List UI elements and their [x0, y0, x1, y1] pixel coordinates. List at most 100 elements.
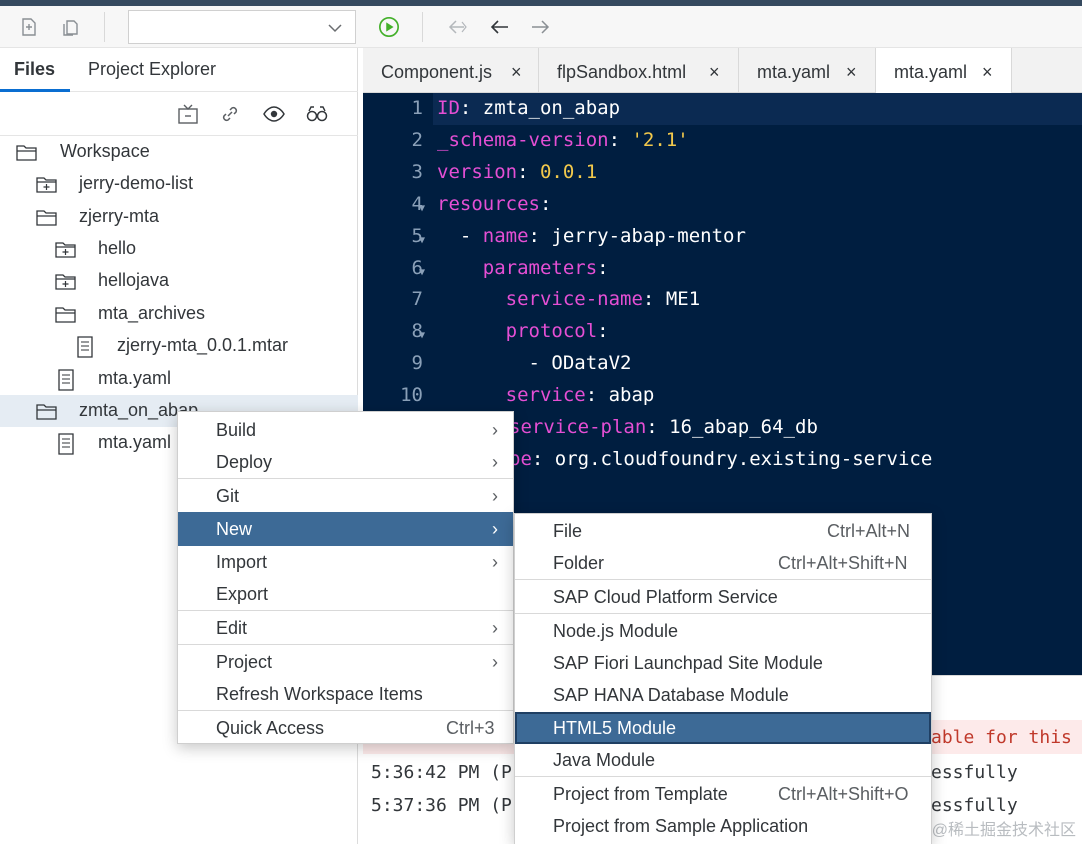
menu-item-shortcut: Ctrl+Alt+N — [827, 521, 911, 541]
yaml-sep: : — [517, 161, 540, 183]
folder-open-icon — [36, 401, 58, 421]
tree-item-zjerry-mta[interactable]: zjerry-mta — [0, 201, 358, 233]
yaml-sep: : — [642, 288, 666, 310]
show-hidden-files-icon[interactable] — [262, 103, 286, 125]
code-line-3: version: 0.0.1 — [437, 161, 597, 183]
folder-open-icon — [55, 304, 77, 324]
tree-item-mta-yaml[interactable]: mta.yaml — [0, 363, 358, 395]
navigate-back-icon[interactable] — [488, 16, 510, 38]
menu-item-label: HTML5 Module — [553, 718, 677, 738]
yaml-key: resources — [437, 193, 540, 215]
line-number: 5 — [411, 225, 423, 247]
menu-item-label: Folder — [553, 553, 605, 573]
menu-item-label: Quick Access — [216, 718, 325, 738]
menu-item-quick-access[interactable]: Quick Access Ctrl+3 — [178, 712, 513, 744]
tab-flpsandbox-html[interactable]: flpSandbox.html × — [539, 48, 739, 93]
tree-item-label: mta_archives — [98, 303, 206, 323]
console-line-time: 5:37:36 PM (Pr — [371, 795, 523, 816]
run-configuration-select[interactable] — [128, 10, 356, 44]
submenu-item-project-from-template[interactable]: Project from Template Ctrl+Alt+Shift+O — [515, 778, 931, 810]
tab-project-explorer[interactable]: Project Explorer — [88, 59, 216, 80]
yaml-sep: : — [585, 384, 609, 406]
tree-item-workspace[interactable]: Workspace — [0, 136, 358, 168]
line-number: 1 — [411, 97, 423, 119]
close-icon[interactable]: × — [846, 62, 857, 83]
menu-item-label: Deploy — [216, 452, 273, 472]
tab-label: flpSandbox.html — [557, 62, 687, 82]
tree-item-mta-archives[interactable]: mta_archives — [0, 298, 358, 330]
submenu-item-hana-db-module[interactable]: SAP HANA Database Module — [515, 679, 931, 711]
tab-files[interactable]: Files — [14, 59, 55, 80]
navigate-forward-icon[interactable] — [530, 16, 552, 38]
menu-item-shortcut: Ctrl+3 — [446, 718, 495, 738]
line-number: 9 — [411, 352, 423, 374]
menu-item-new[interactable]: New › — [178, 512, 513, 546]
tree-item-label: hellojava — [98, 270, 170, 290]
code-line-10: service: abap — [437, 384, 655, 406]
submenu-item-folder[interactable]: Folder Ctrl+Alt+Shift+N — [515, 547, 931, 579]
submenu-item-nodejs-module[interactable]: Node.js Module — [515, 615, 931, 647]
close-icon[interactable]: × — [511, 62, 522, 83]
menu-item-git[interactable]: Git › — [178, 480, 513, 512]
fold-arrow-icon[interactable]: ▼ — [419, 235, 425, 246]
tree-item-label: jerry-demo-list — [79, 173, 194, 193]
tab-mta-yaml[interactable]: mta.yaml × — [739, 48, 876, 93]
yaml-value: - ODataV2 — [528, 352, 632, 374]
close-icon[interactable]: × — [709, 62, 720, 83]
close-icon[interactable]: × — [982, 62, 993, 83]
navigate-back-disabled-icon[interactable] — [446, 16, 468, 38]
menu-item-import[interactable]: Import › — [178, 546, 513, 578]
menu-item-export[interactable]: Export — [178, 578, 513, 610]
new-file-icon[interactable] — [18, 16, 40, 38]
fold-arrow-icon[interactable]: ▼ — [419, 203, 425, 214]
submenu-item-java-module[interactable]: Java Module — [515, 744, 931, 776]
menu-item-project[interactable]: Project › — [178, 646, 513, 678]
tree-item-jerry-demo-list[interactable]: jerry-demo-list — [0, 168, 358, 200]
console-line-time: 5:36:42 PM (Pr — [371, 762, 523, 783]
collapse-all-icon[interactable] — [176, 103, 200, 125]
yaml-value: ME1 — [665, 288, 701, 310]
yaml-value: jerry-abap-mentor — [551, 225, 746, 247]
submenu-item-project-from-sample[interactable]: Project from Sample Application — [515, 810, 931, 842]
code-line-8: protocol: — [437, 320, 609, 342]
yaml-value: '2.1' — [631, 129, 689, 151]
yaml-indent — [437, 320, 506, 342]
menu-separator — [515, 613, 931, 614]
menu-separator — [178, 610, 513, 611]
menu-item-label: Git — [216, 486, 240, 506]
tree-item-label: zjerry-mta — [79, 206, 159, 226]
copy-file-icon[interactable] — [60, 16, 82, 38]
folder-project-icon — [55, 271, 77, 291]
panel-tabs: Files Project Explorer — [0, 48, 358, 92]
search-files-icon[interactable] — [305, 103, 329, 125]
submenu-item-fiori-launchpad-module[interactable]: SAP Fiori Launchpad Site Module — [515, 647, 931, 679]
menu-item-label: New — [216, 519, 253, 539]
tree-item-label: zjerry-mta_0.0.1.mtar — [117, 335, 289, 355]
yaml-key: service — [505, 384, 586, 406]
tree-item-hello[interactable]: hello — [0, 233, 358, 265]
yaml-sep: : — [539, 193, 552, 215]
menu-item-label: Edit — [216, 618, 248, 638]
menu-item-build[interactable]: Build › — [178, 414, 513, 446]
fold-arrow-icon[interactable]: ▼ — [419, 267, 425, 278]
yaml-sep: : — [646, 416, 670, 438]
link-with-editor-icon[interactable] — [218, 103, 242, 125]
menu-item-deploy[interactable]: Deploy › — [178, 446, 513, 478]
tab-mta-yaml-active[interactable]: mta.yaml × — [876, 48, 1012, 94]
yaml-key: _schema-version — [437, 129, 609, 151]
run-icon[interactable] — [378, 16, 400, 38]
main-toolbar — [0, 6, 1082, 48]
submenu-item-html5-module[interactable]: HTML5 Module — [515, 712, 931, 744]
chevron-right-icon: › — [492, 486, 498, 506]
submenu-item-scp-service[interactable]: SAP Cloud Platform Service — [515, 581, 931, 613]
tab-component-js[interactable]: Component.js × — [363, 48, 539, 93]
menu-item-refresh-workspace[interactable]: Refresh Workspace Items — [178, 678, 513, 710]
menu-item-label: Refresh Workspace Items — [216, 684, 423, 704]
submenu-item-file[interactable]: File Ctrl+Alt+N — [515, 515, 931, 547]
chevron-right-icon: › — [492, 519, 498, 539]
yaml-value: zmta_on_abap — [482, 97, 621, 119]
fold-arrow-icon[interactable]: ▼ — [419, 330, 425, 341]
tree-item-hellojava[interactable]: hellojava — [0, 265, 358, 297]
tree-item-mtar-file[interactable]: zjerry-mta_0.0.1.mtar — [0, 330, 358, 362]
menu-item-edit[interactable]: Edit › — [178, 612, 513, 644]
